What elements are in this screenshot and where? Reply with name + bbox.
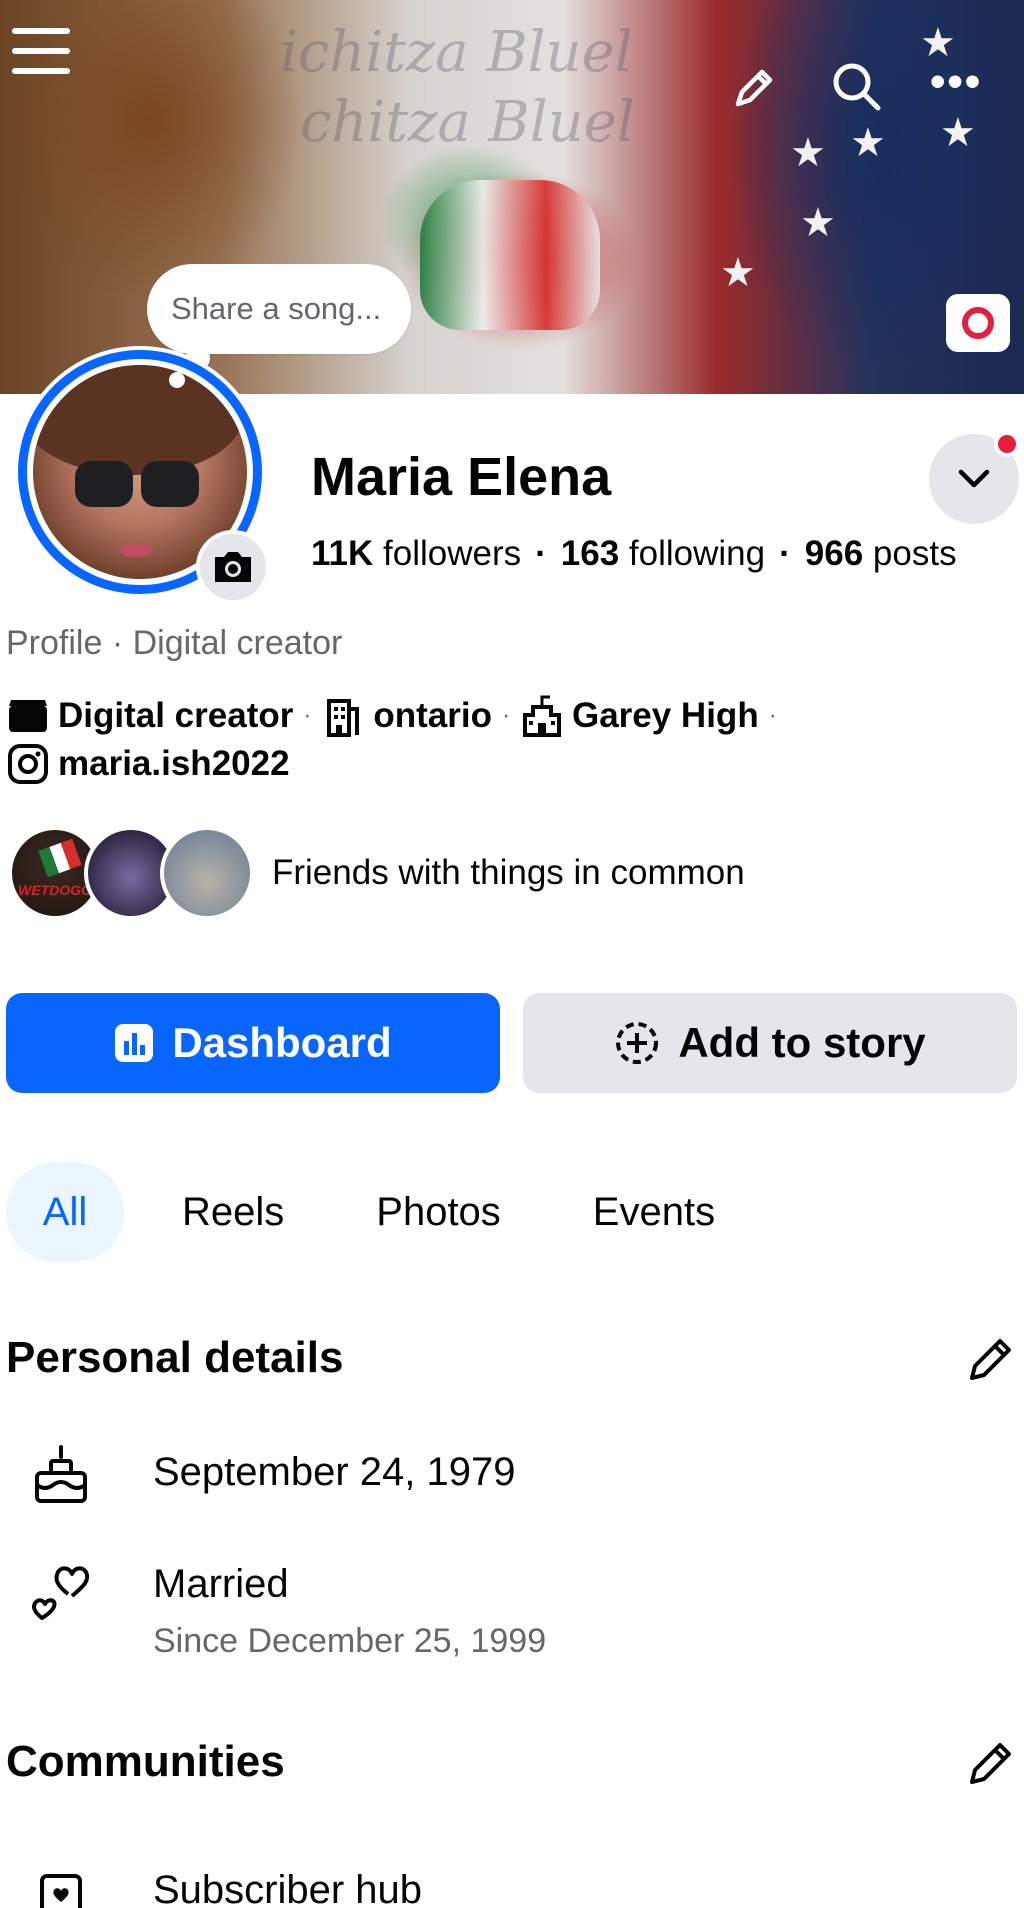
- add-story-label: Add to story: [678, 1019, 926, 1066]
- cover-art-shape: [420, 180, 600, 330]
- edit-icon[interactable]: [728, 62, 780, 114]
- tab-all[interactable]: All: [6, 1162, 124, 1262]
- add-to-story-button[interactable]: Add to story: [523, 993, 1017, 1093]
- building-icon: [321, 694, 365, 738]
- intro-row: maria.ish2022: [6, 742, 290, 786]
- chevron-down-icon: [958, 469, 990, 488]
- birthday-cake-icon: [28, 1442, 94, 1508]
- chart-icon: [114, 1023, 154, 1063]
- tab-photos[interactable]: Photos: [376, 1162, 501, 1262]
- school-icon: [520, 694, 564, 738]
- posts-label: posts: [872, 534, 957, 573]
- personal-details-title: Personal details: [6, 1333, 344, 1382]
- star-shape: ★: [800, 201, 836, 245]
- friends-text: Friends with things in common: [272, 853, 745, 892]
- location-text[interactable]: ontario: [373, 696, 492, 736]
- profile-camera-icon[interactable]: [196, 530, 270, 604]
- friends-in-common[interactable]: WETDOGG Friends with things in common: [8, 826, 745, 920]
- edit-communities-icon[interactable]: [964, 1738, 1016, 1790]
- birthday-text: September 24, 1979: [153, 1450, 516, 1494]
- profile-tabs: All Reels Photos Events: [6, 1162, 715, 1262]
- dashboard-button[interactable]: Dashboard: [6, 993, 500, 1093]
- following-count[interactable]: 163: [561, 534, 619, 573]
- cover-art-text: chitza Bluel: [300, 90, 635, 155]
- profile-type: Profile · Digital creator: [6, 624, 343, 662]
- followers-count[interactable]: 11K: [311, 534, 373, 573]
- school-text[interactable]: Garey High: [572, 696, 759, 736]
- star-shape: ★: [720, 251, 756, 295]
- hearts-icon: [28, 1558, 94, 1624]
- relationship-text: Married: [153, 1562, 289, 1606]
- instagram-handle[interactable]: maria.ish2022: [58, 744, 290, 784]
- subscriber-hub-icon: [28, 1862, 94, 1908]
- subscriber-hub-item[interactable]: Subscriber hub: [153, 1868, 422, 1908]
- star-shape: ★: [790, 131, 826, 175]
- profile-name: Maria Elena: [311, 447, 612, 507]
- tab-events[interactable]: Events: [593, 1162, 715, 1262]
- clapperboard-icon: [6, 694, 50, 738]
- star-shape: ★: [940, 111, 976, 155]
- add-story-icon: [614, 1020, 660, 1066]
- notification-badge: [994, 431, 1020, 457]
- more-icon[interactable]: •••: [930, 60, 982, 104]
- tab-reels[interactable]: Reels: [182, 1162, 284, 1262]
- communities-title: Communities: [6, 1737, 285, 1786]
- category-text: Digital creator: [58, 696, 294, 735]
- bubble-tail-dot: [169, 372, 185, 388]
- instagram-icon: [6, 742, 50, 786]
- share-song-bubble[interactable]: Share a song...: [147, 264, 411, 354]
- followers-label[interactable]: followers: [383, 534, 521, 573]
- intro-row: Digital creator · ontario · Garey High ·: [6, 694, 787, 738]
- dashboard-label: Dashboard: [172, 1019, 392, 1066]
- cover-art-text: ichitza Bluel: [280, 20, 633, 85]
- menu-icon[interactable]: [12, 28, 70, 82]
- cover-camera-icon[interactable]: [946, 294, 1010, 352]
- posts-count: 966: [804, 534, 864, 573]
- profile-stats: 11K followers · 163 following · 966 posts: [311, 534, 957, 573]
- edit-personal-details-icon[interactable]: [964, 1334, 1016, 1386]
- star-shape: ★: [850, 121, 886, 165]
- search-icon[interactable]: [828, 58, 884, 114]
- relationship-since-text: Since December 25, 1999: [153, 1622, 547, 1660]
- share-song-label: Share a song...: [171, 291, 382, 326]
- following-label[interactable]: following: [629, 534, 765, 573]
- friend-avatar: [160, 826, 254, 920]
